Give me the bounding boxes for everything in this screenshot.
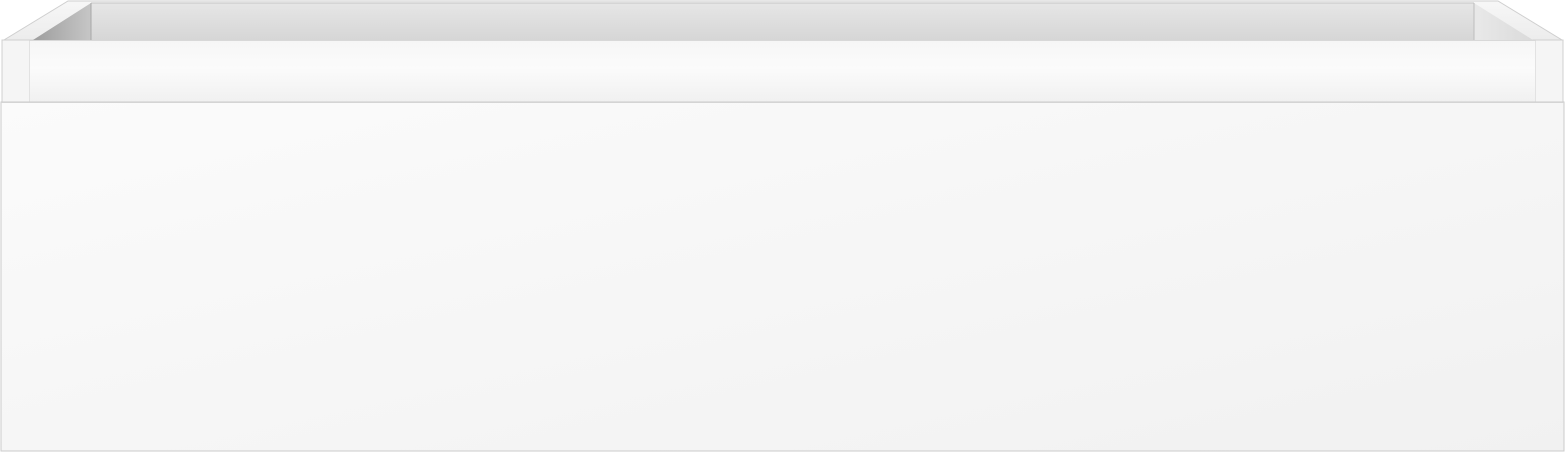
drawer-illustration: [0, 0, 1565, 452]
drawer-inner-face: [30, 40, 1535, 103]
drawer-front-panel: [0, 101, 1565, 452]
drawer-left-side: [1, 39, 31, 104]
drawer-right-side: [1534, 39, 1564, 104]
drawer-interior-back: [91, 2, 1474, 40]
drawer-canvas: [0, 0, 1566, 452]
